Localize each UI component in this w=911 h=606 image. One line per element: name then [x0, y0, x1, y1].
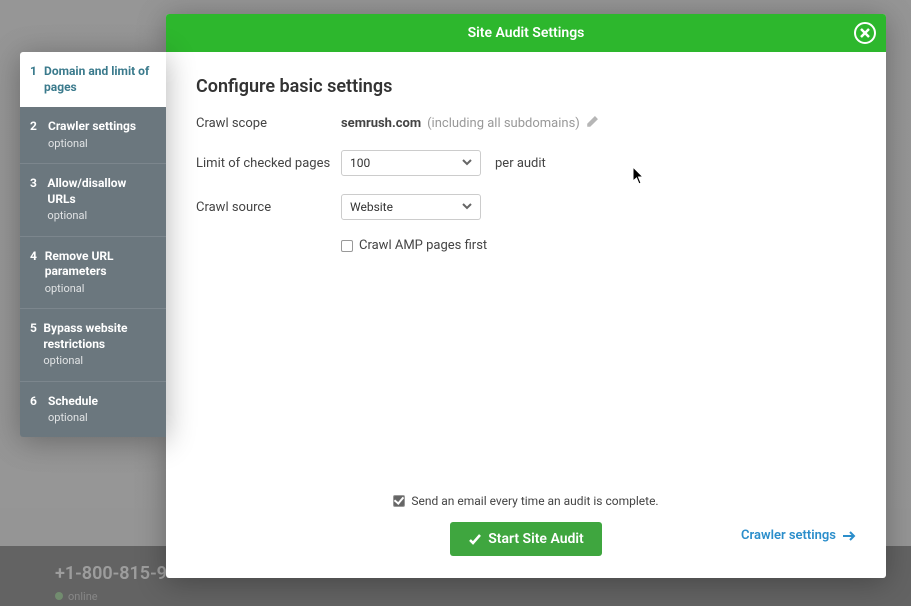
crawl-amp-label: Crawl AMP pages first	[359, 238, 487, 253]
modal-body: Configure basic settings Crawl scope sem…	[166, 52, 886, 478]
step-number: 5	[30, 321, 43, 368]
edit-scope-button[interactable]	[586, 115, 599, 132]
limit-pages-suffix: per audit	[495, 156, 546, 171]
wizard-step-4[interactable]: 4 Remove URL parameters optional	[20, 237, 166, 309]
crawler-settings-link[interactable]: Crawler settings	[741, 528, 856, 543]
wizard-step-6[interactable]: 6 Schedule optional	[20, 382, 166, 438]
modal-footer: Send an email every time an audit is com…	[166, 478, 886, 578]
crawl-scope-domain: semrush.com	[341, 116, 421, 131]
wizard-step-2[interactable]: 2 Crawler settings optional	[20, 107, 166, 164]
email-notify-row: Send an email every time an audit is com…	[196, 494, 856, 508]
chevron-down-icon	[462, 200, 472, 214]
pencil-icon	[586, 115, 599, 128]
limit-pages-select[interactable]: 100	[341, 150, 481, 176]
crawl-source-row: Crawl source Website	[196, 194, 856, 220]
crawl-scope-row: Crawl scope semrush.com (including all s…	[196, 115, 856, 132]
close-icon	[860, 28, 870, 38]
limit-pages-label: Limit of checked pages	[196, 156, 341, 171]
next-link-label: Crawler settings	[741, 528, 836, 543]
crawl-source-label: Crawl source	[196, 200, 341, 215]
step-optional: optional	[48, 411, 98, 425]
wizard-step-3[interactable]: 3 Allow/disallow URLs optional	[20, 164, 166, 236]
section-title: Configure basic settings	[196, 76, 856, 97]
step-title: Schedule	[48, 394, 98, 410]
crawl-amp-row: Crawl AMP pages first	[341, 238, 856, 253]
step-title: Bypass website restrictions	[43, 321, 154, 352]
step-number: 1	[30, 64, 44, 95]
modal-title: Site Audit Settings	[468, 25, 585, 41]
start-button-label: Start Site Audit	[488, 531, 584, 547]
crawl-scope-subtext: (including all subdomains)	[427, 116, 580, 131]
step-optional: optional	[48, 137, 136, 151]
crawl-source-value: Website	[350, 200, 393, 214]
wizard-step-5[interactable]: 5 Bypass website restrictions optional	[20, 309, 166, 381]
step-number: 4	[30, 249, 45, 296]
close-button[interactable]	[854, 22, 876, 44]
wizard-step-1[interactable]: 1 Domain and limit of pages	[20, 52, 166, 107]
modal-header: Site Audit Settings	[166, 14, 886, 52]
step-optional: optional	[43, 354, 154, 368]
wizard-steps: 1 Domain and limit of pages 2 Crawler se…	[20, 52, 166, 437]
step-optional: optional	[45, 282, 154, 296]
check-icon	[468, 532, 482, 546]
modal-actions: Start Site Audit Crawler settings	[196, 522, 856, 556]
step-number: 6	[30, 394, 48, 426]
crawl-source-select[interactable]: Website	[341, 194, 481, 220]
arrow-right-icon	[842, 531, 856, 541]
email-notify-label: Send an email every time an audit is com…	[411, 494, 658, 508]
crawl-scope-label: Crawl scope	[196, 116, 341, 131]
step-optional: optional	[47, 209, 154, 223]
email-notify-checkbox[interactable]	[393, 495, 405, 507]
step-title: Domain and limit of pages	[44, 64, 154, 95]
step-title: Allow/disallow URLs	[47, 176, 154, 207]
step-title: Remove URL parameters	[45, 249, 154, 280]
crawl-amp-checkbox[interactable]	[341, 240, 353, 252]
step-title: Crawler settings	[48, 119, 136, 135]
limit-pages-value: 100	[350, 156, 370, 170]
step-number: 2	[30, 119, 48, 151]
chevron-down-icon	[462, 156, 472, 170]
step-number: 3	[30, 176, 47, 223]
start-site-audit-button[interactable]: Start Site Audit	[450, 522, 602, 556]
site-audit-settings-modal: Site Audit Settings Configure basic sett…	[166, 14, 886, 578]
limit-pages-row: Limit of checked pages 100 per audit	[196, 150, 856, 176]
